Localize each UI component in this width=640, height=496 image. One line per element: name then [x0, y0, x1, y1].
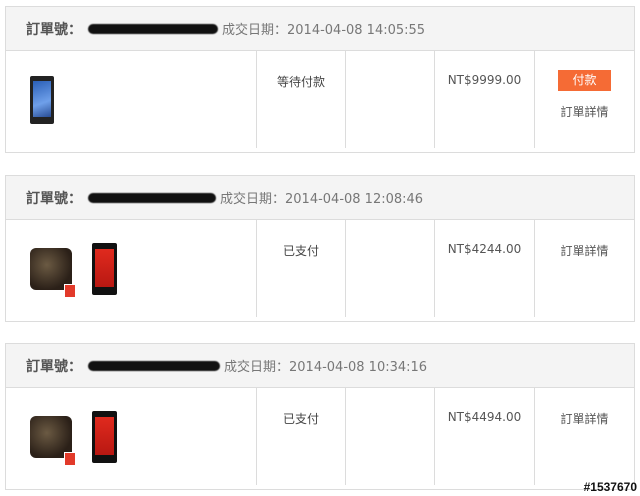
order-price: NT$4494.00 — [435, 388, 535, 485]
order-products — [6, 220, 257, 317]
order-actions: 訂單詳情 — [535, 388, 634, 485]
order-date: 成交日期：2014-04-08 10:34:16 — [224, 360, 428, 375]
product-phone-image[interactable] — [92, 242, 117, 295]
order-products — [6, 388, 257, 485]
order-detail-link[interactable]: 訂單詳情 — [535, 242, 634, 259]
order-number-label: 訂單號： — [26, 190, 82, 207]
redacted-order-number — [88, 192, 216, 203]
order-actions: 付款 訂單詳情 — [535, 51, 634, 148]
order-card: 訂單號： 成交日期：2014-04-08 12:08:46 已支付 NT$424… — [5, 175, 635, 322]
watermark: #1537670 — [583, 480, 637, 494]
order-empty-cell — [346, 51, 435, 148]
order-price: NT$9999.00 — [435, 51, 535, 148]
product-earphones-image[interactable] — [30, 247, 76, 298]
order-date: 成交日期：2014-04-08 14:05:55 — [222, 23, 426, 38]
order-number-label: 訂單號： — [26, 21, 82, 38]
order-status: 已支付 — [257, 220, 346, 317]
order-card: 訂單號： 成交日期：2014-04-08 10:34:16 已支付 NT$449… — [5, 343, 635, 490]
order-card: 訂單號： 成交日期：2014-04-08 14:05:55 等待付款 NT$99… — [5, 6, 635, 153]
order-empty-cell — [346, 220, 435, 317]
order-status: 已支付 — [257, 388, 346, 485]
order-actions: 訂單詳情 — [535, 220, 634, 317]
order-body: 已支付 NT$4244.00 訂單詳情 — [6, 220, 634, 317]
product-phone-image[interactable] — [30, 75, 54, 124]
order-header: 訂單號： 成交日期：2014-04-08 14:05:55 — [6, 7, 634, 51]
order-detail-link[interactable]: 訂單詳情 — [535, 103, 634, 120]
order-header: 訂單號： 成交日期：2014-04-08 10:34:16 — [6, 344, 634, 388]
order-status: 等待付款 — [257, 51, 346, 148]
order-products — [6, 51, 257, 148]
order-empty-cell — [346, 388, 435, 485]
order-detail-link[interactable]: 訂單詳情 — [535, 410, 634, 427]
order-number-label: 訂單號： — [26, 358, 82, 375]
order-header: 訂單號： 成交日期：2014-04-08 12:08:46 — [6, 176, 634, 220]
order-date: 成交日期：2014-04-08 12:08:46 — [220, 192, 424, 207]
order-price: NT$4244.00 — [435, 220, 535, 317]
product-phone-image[interactable] — [92, 410, 117, 463]
order-body: 已支付 NT$4494.00 訂單詳情 — [6, 388, 634, 485]
redacted-order-number — [88, 360, 220, 371]
order-body: 等待付款 NT$9999.00 付款 訂單詳情 — [6, 51, 634, 148]
pay-button[interactable]: 付款 — [558, 70, 611, 91]
redacted-order-number — [88, 23, 218, 34]
product-earphones-image[interactable] — [30, 415, 76, 466]
